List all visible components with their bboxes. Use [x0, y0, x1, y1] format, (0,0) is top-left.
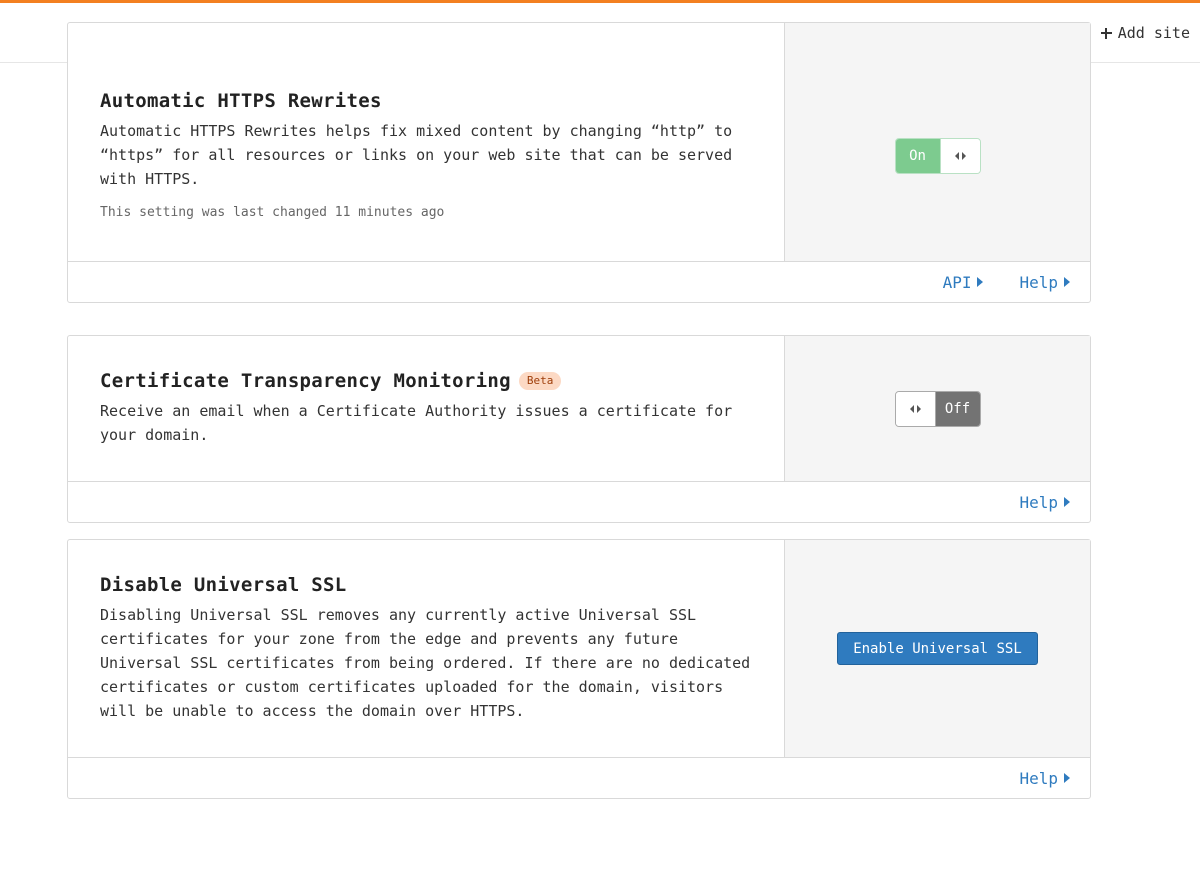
card-description: Disabling Universal SSL removes any curr…	[100, 606, 751, 720]
api-link[interactable]: API	[943, 273, 984, 292]
add-site-label: Add site	[1117, 24, 1190, 42]
card-disable-universal-ssl: Disable Universal SSL Disabling Universa…	[67, 539, 1091, 799]
https-rewrites-toggle[interactable]: On	[894, 138, 981, 174]
toggle-knob	[939, 139, 980, 173]
help-link-label: Help	[1019, 272, 1058, 292]
card-title: Disable Universal SSL	[100, 572, 752, 598]
toggle-knob	[895, 391, 936, 426]
control-panel: On	[784, 23, 1090, 261]
card-description: Automatic HTTPS Rewrites helps fix mixed…	[100, 122, 733, 188]
toggle-arrows-icon	[909, 404, 921, 413]
card-title: Certificate Transparency Monitoring Beta	[100, 368, 752, 394]
last-changed-text: This setting was last changed 11 minutes…	[100, 205, 445, 220]
help-link[interactable]: Help	[1019, 273, 1070, 292]
caret-right-icon	[1064, 277, 1070, 287]
beta-badge: Beta	[518, 372, 562, 390]
control-panel: Enable Universal SSL	[784, 540, 1090, 757]
help-link-label: Help	[1019, 768, 1058, 788]
caret-right-icon	[1064, 497, 1070, 507]
caret-right-icon	[977, 277, 984, 287]
help-link[interactable]: Help	[1019, 769, 1070, 788]
card-footer: API Help	[68, 262, 1090, 302]
help-link[interactable]: Help	[1019, 493, 1070, 512]
ct-monitoring-toggle[interactable]: Off	[894, 390, 981, 427]
plus-icon	[1100, 27, 1112, 39]
add-site-button[interactable]: Add site	[1100, 22, 1190, 44]
toggle-on-label: On	[895, 139, 940, 173]
help-link-label: Help	[1019, 492, 1058, 512]
card-title-text: Certificate Transparency Monitoring	[100, 370, 511, 392]
card-title-text: Automatic HTTPS Rewrites	[100, 90, 382, 112]
card-footer: Help	[68, 482, 1090, 522]
api-link-label: API	[942, 272, 972, 292]
card-title: Automatic HTTPS Rewrites	[100, 88, 752, 114]
control-panel: Off	[784, 336, 1090, 481]
card-automatic-https-rewrites: Automatic HTTPS Rewrites Automatic HTTPS…	[67, 22, 1091, 303]
enable-universal-ssl-button[interactable]: Enable Universal SSL	[837, 632, 1038, 665]
toggle-off-label: Off	[935, 391, 980, 426]
toggle-arrows-icon	[954, 152, 966, 160]
card-certificate-transparency: Certificate Transparency Monitoring Beta…	[67, 335, 1091, 523]
card-description: Receive an email when a Certificate Auth…	[100, 402, 733, 444]
card-footer: Help	[68, 758, 1090, 798]
caret-right-icon	[1064, 773, 1070, 783]
card-title-text: Disable Universal SSL	[100, 574, 347, 596]
